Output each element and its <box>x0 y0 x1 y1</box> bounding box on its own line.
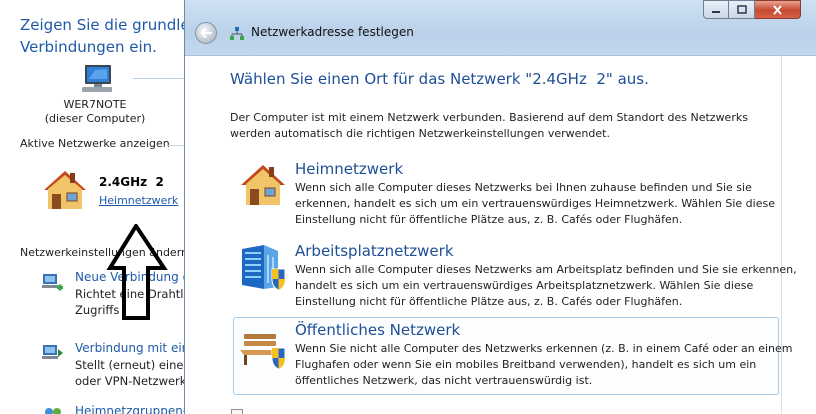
computer-name: WER7NOTE (dieser Computer) <box>40 98 150 126</box>
task-description-line: oder VPN-Netzwerk <box>75 374 184 388</box>
option-home-network[interactable]: Heimnetzwerk Wenn sich alle Computer die… <box>233 156 779 234</box>
option-description-line: handelt es sich um ein vertrauenswürdige… <box>295 279 754 292</box>
close-icon <box>773 4 782 15</box>
connection-line <box>133 78 184 79</box>
close-button[interactable] <box>755 0 801 19</box>
task-description: Stellt (erneut) eine V oder VPN-Netzwerk <box>75 357 184 389</box>
set-network-location-dialog: Netzwerkadresse festlegen Wählen Sie ein… <box>184 0 816 414</box>
option-description: Wenn Sie nicht alle Computer des Netzwer… <box>295 341 793 389</box>
intro-line: Der Computer ist mit einem Netzwerk verb… <box>230 111 748 124</box>
option-description-line: Einstellung nicht für öffentliche Plätze… <box>295 213 683 226</box>
maximize-icon <box>736 5 747 14</box>
option-title: Öffentliches Netzwerk <box>295 321 461 339</box>
computer-name-line: WER7NOTE <box>63 98 127 111</box>
dialog-heading: Wählen Sie einen Ort für das Netzwerk "2… <box>230 70 649 88</box>
maximize-button[interactable] <box>729 0 755 19</box>
option-description-line: Wenn sich alle Computer dieses Netzwerks… <box>295 181 752 194</box>
option-description-line: Flughafen oder wenn Sie ein mobiles Brei… <box>295 358 757 371</box>
option-description-line: öffentliches Netzwerk, das nicht vertrau… <box>295 374 593 387</box>
option-title: Arbeitsplatznetzwerk <box>295 242 454 260</box>
titlebar: Netzwerkadresse festlegen <box>185 0 816 56</box>
option-description-line: Wenn sich alle Computer dieses Netzwerks… <box>295 263 797 276</box>
new-connection-icon <box>42 274 63 291</box>
network-type-link[interactable]: Heimnetzwerk <box>99 194 178 207</box>
up-arrow-outline-icon <box>106 224 168 320</box>
minimize-icon <box>712 10 720 13</box>
house-icon <box>241 165 285 205</box>
house-icon <box>44 171 86 209</box>
network-icon <box>230 27 244 40</box>
network-center-background: Zeigen Sie die grundleg Verbindungen ein… <box>0 0 184 414</box>
window-controls <box>703 0 801 19</box>
computer-name-line: (dieser Computer) <box>44 112 146 125</box>
intro-line: werden automatisch die richtigen Netzwer… <box>230 127 610 140</box>
intro-text: Der Computer ist mit einem Netzwerk verb… <box>230 110 748 142</box>
option-description-line: Wenn Sie nicht alle Computer des Netzwer… <box>295 342 793 355</box>
option-title: Heimnetzwerk <box>295 160 404 178</box>
option-work-network[interactable]: Arbeitsplatznetzwerk Wenn sich alle Comp… <box>233 238 797 316</box>
option-description: Wenn sich alle Computer dieses Netzwerks… <box>295 262 797 310</box>
page-heading: Zeigen Sie die grundleg Verbindungen ein… <box>20 14 184 58</box>
park-bench-icon <box>240 334 286 370</box>
network-name: 2.4GHz 2 <box>99 175 164 189</box>
page-heading-line: Verbindungen ein. <box>20 38 157 56</box>
divider <box>168 145 184 146</box>
checkbox-icon[interactable] <box>231 409 243 414</box>
option-description-line: Einstellung nicht für öffentliche Plätze… <box>295 295 683 308</box>
option-public-network[interactable]: Öffentliches Netzwerk Wenn Sie nicht all… <box>233 317 793 395</box>
active-networks-label: Aktive Netzwerke anzeigen <box>20 137 170 150</box>
connect-network-link[interactable]: Verbindung mit einem Netzwerk herstellen <box>75 341 184 355</box>
homegroup-link[interactable]: Heimnetzgruppen- und Freigabeoptionen au… <box>75 404 184 414</box>
computer-monitor-icon <box>82 65 112 92</box>
option-description-line: erkennen, handelt es sich um ein vertrau… <box>295 197 775 210</box>
back-arrow-icon <box>200 27 213 39</box>
homegroup-icon <box>45 408 61 414</box>
task-description-line: Stellt (erneut) eine V <box>75 358 184 372</box>
page-heading-line: Zeigen Sie die grundleg <box>20 16 184 34</box>
back-button[interactable] <box>195 22 217 44</box>
minimize-button[interactable] <box>703 0 729 19</box>
dialog-title: Netzwerkadresse festlegen <box>251 25 414 39</box>
office-building-icon <box>242 245 286 291</box>
connect-network-icon <box>42 345 63 359</box>
option-description: Wenn sich alle Computer dieses Netzwerks… <box>295 180 775 228</box>
